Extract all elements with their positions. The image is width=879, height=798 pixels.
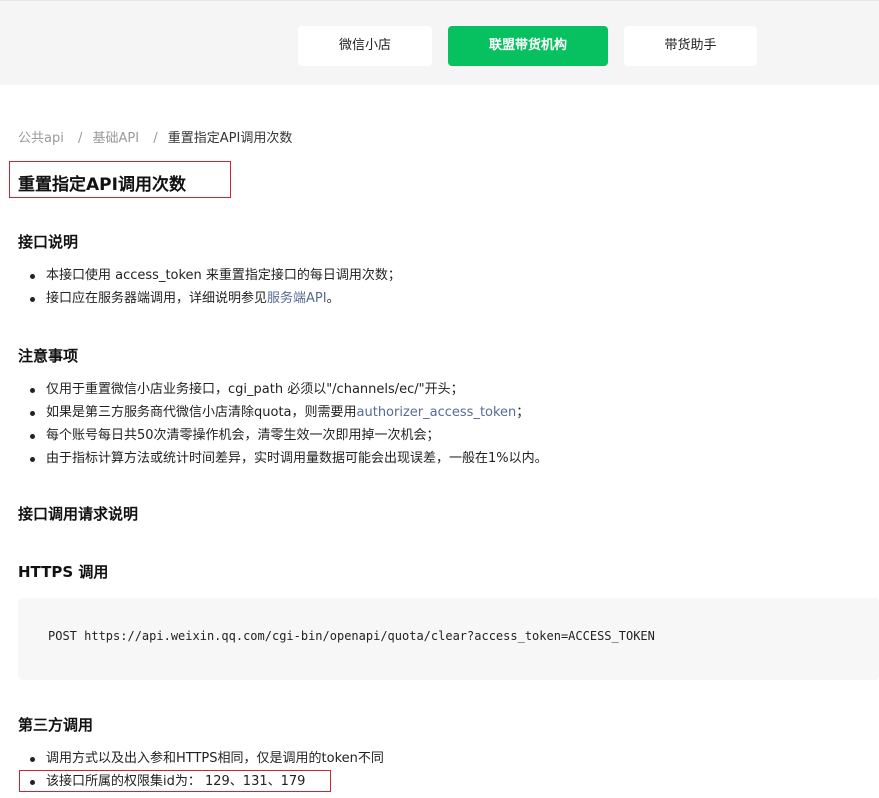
tab-sales-assistant[interactable]: 带货助手 <box>624 26 757 66</box>
server-api-link[interactable]: 服务端API <box>267 291 327 306</box>
list-item-text: 。 <box>326 291 340 306</box>
list-item: 每个账号每日共50次清零操作机会，清零生效一次即用掉一次机会； <box>30 424 548 447</box>
code-block: POST https://api.weixin.qq.com/cgi-bin/o… <box>18 598 879 680</box>
notes-list: 仅用于重置微信小店业务接口，cgi_path 必须以"/channels/ec/… <box>30 378 548 470</box>
breadcrumb-separator: / <box>77 131 83 146</box>
section-heading-request: 接口调用请求说明 <box>18 505 139 523</box>
list-item-text: 如果是第三方服务商代微信小店清除quota，则需要用 <box>46 405 357 420</box>
list-item: 由于指标计算方法或统计时间差异，实时调用量数据可能会出现误差，一般在1%以内。 <box>30 447 548 470</box>
page-title: 重置指定API调用次数 <box>18 175 186 195</box>
list-item: 如果是第三方服务商代微信小店清除quota，则需要用authorizer_acc… <box>30 401 548 424</box>
list-item-text: ； <box>516 405 530 420</box>
section-heading-https: HTTPS 调用 <box>18 563 109 581</box>
section-heading-notes: 注意事项 <box>18 347 79 365</box>
section-heading-third-party: 第三方调用 <box>18 716 94 734</box>
tab-wechat-shop[interactable]: 微信小店 <box>298 26 432 66</box>
intro-list: 本接口使用 access_token 来重置指定接口的每日调用次数； 接口应在服… <box>30 264 401 310</box>
breadcrumb-separator: / <box>153 131 158 146</box>
code-text[interactable]: POST https://api.weixin.qq.com/cgi-bin/o… <box>48 629 655 643</box>
section-heading-intro: 接口说明 <box>18 233 79 251</box>
list-item-text: 仅用于重置微信小店业务接口，cgi_path 必须以"/channels/ec/… <box>46 382 464 397</box>
list-item: 接口应在服务器端调用，详细说明参见服务端API。 <box>30 287 401 310</box>
breadcrumb-item-basic-api[interactable]: 基础API <box>93 131 140 146</box>
list-item: 仅用于重置微信小店业务接口，cgi_path 必须以"/channels/ec/… <box>30 378 548 401</box>
list-item-text: 每个账号每日共50次清零操作机会，清零生效一次即用掉一次机会； <box>46 428 440 443</box>
authorizer-access-token-link[interactable]: authorizer_access_token <box>357 405 517 420</box>
list-item-text: 调用方式以及出入参和HTTPS相同，仅是调用的token不同 <box>46 751 384 766</box>
highlight-box-permission-ids <box>19 770 331 792</box>
list-item: 调用方式以及出入参和HTTPS相同，仅是调用的token不同 <box>30 747 384 770</box>
list-item-text: 本接口使用 access_token 来重置指定接口的每日调用次数； <box>46 268 401 283</box>
list-item-text: 由于指标计算方法或统计时间差异，实时调用量数据可能会出现误差，一般在1%以内。 <box>46 451 548 466</box>
tab-alliance-agency[interactable]: 联盟带货机构 <box>448 26 608 66</box>
list-item: 本接口使用 access_token 来重置指定接口的每日调用次数； <box>30 264 401 287</box>
breadcrumb-item-public-api[interactable]: 公共api <box>18 131 64 146</box>
breadcrumb-current: 重置指定API调用次数 <box>167 131 293 146</box>
list-item-text: 接口应在服务器端调用，详细说明参见 <box>46 291 268 306</box>
top-nav-band: 微信小店 联盟带货机构 带货助手 <box>0 0 879 85</box>
breadcrumb: 公共api / 基础API / 重置指定API调用次数 <box>18 127 292 146</box>
